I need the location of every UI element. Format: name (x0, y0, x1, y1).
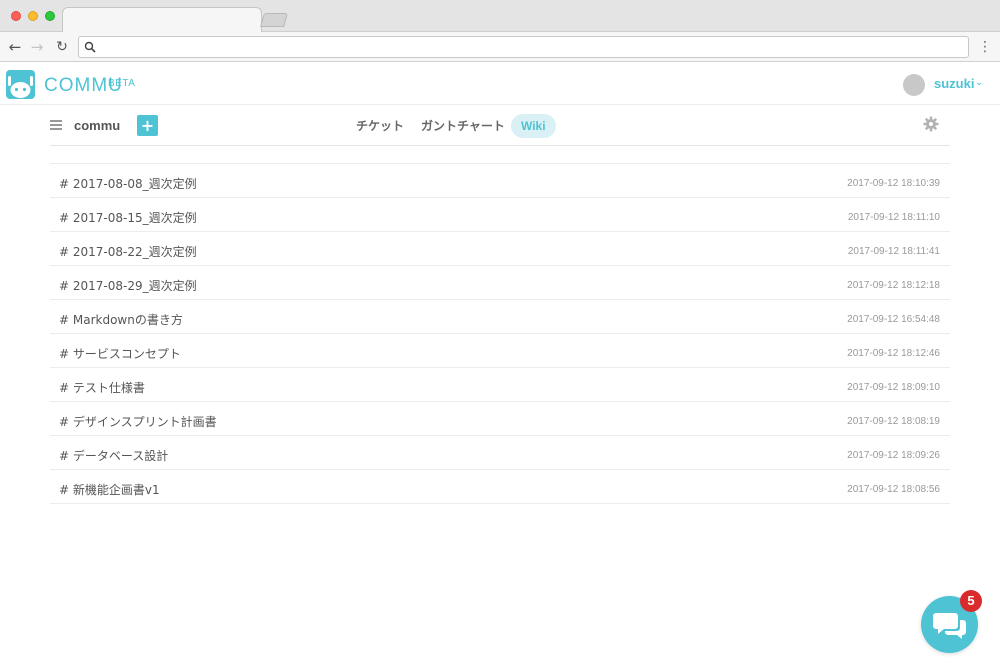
tab-wiki[interactable]: Wiki (511, 114, 556, 138)
wiki-page-title[interactable]: # テスト仕様書 (59, 379, 145, 396)
back-arrow-icon[interactable]: ← (6, 38, 24, 56)
reload-icon[interactable]: ↻ (53, 38, 71, 56)
wiki-page-title[interactable]: # Markdownの書き方 (59, 311, 183, 328)
list-item[interactable]: # サービスコンセプト 2017-09-12 18:12:46 (50, 334, 950, 368)
browser-menu-icon[interactable]: ⋮ (978, 39, 992, 55)
wiki-page-title[interactable]: # 新機能企画書v1 (59, 481, 160, 498)
browser-tab[interactable] (62, 7, 262, 33)
list-item[interactable]: # データベース設計 2017-09-12 18:09:26 (50, 436, 950, 470)
wiki-page-updated: 2017-09-12 18:09:10 (847, 382, 940, 393)
wiki-page-title[interactable]: # デザインスプリント計画書 (59, 413, 217, 430)
wiki-page-updated: 2017-09-12 18:10:39 (847, 178, 940, 189)
beta-badge: BETA (108, 78, 136, 89)
close-window-button[interactable] (11, 11, 21, 21)
commu-logo-icon[interactable] (6, 70, 35, 99)
search-icon (84, 41, 96, 53)
user-menu-name[interactable]: suzuki (934, 76, 974, 91)
wiki-page-updated: 2017-09-12 18:08:19 (847, 416, 940, 427)
unread-count-badge: 5 (960, 590, 982, 612)
forward-arrow-icon[interactable]: → (28, 38, 46, 56)
project-bar: commu + チケット ガントチャート Wiki (50, 106, 950, 146)
address-bar[interactable] (78, 36, 969, 58)
list-item[interactable]: # 新機能企画書v1 2017-09-12 18:08:56 (50, 470, 950, 504)
wiki-page-title[interactable]: # 2017-08-22_週次定例 (59, 243, 197, 260)
browser-toolbar: ← → ↻ ⋮ (0, 32, 1000, 62)
minimize-window-button[interactable] (28, 11, 38, 21)
app-header: COMMU BETA suzuki ⌄ (0, 63, 1000, 105)
list-item[interactable]: # 2017-08-15_週次定例 2017-09-12 18:11:10 (50, 198, 950, 232)
gear-icon[interactable] (923, 116, 939, 132)
list-item[interactable]: # テスト仕様書 2017-09-12 18:09:10 (50, 368, 950, 402)
list-item[interactable]: # Markdownの書き方 2017-09-12 16:54:48 (50, 300, 950, 334)
wiki-page-updated: 2017-09-12 18:12:18 (847, 280, 940, 291)
wiki-page-updated: 2017-09-12 16:54:48 (847, 314, 940, 325)
project-name[interactable]: commu (74, 118, 120, 133)
maximize-window-button[interactable] (45, 11, 55, 21)
wiki-page-title[interactable]: # データベース設計 (59, 447, 168, 464)
list-item[interactable]: # 2017-08-29_週次定例 2017-09-12 18:12:18 (50, 266, 950, 300)
wiki-page-title[interactable]: # サービスコンセプト (59, 345, 181, 362)
hamburger-menu-icon[interactable] (50, 120, 62, 130)
wiki-page-title[interactable]: # 2017-08-08_週次定例 (59, 175, 197, 192)
list-item[interactable]: # 2017-08-08_週次定例 2017-09-12 18:10:39 (50, 164, 950, 198)
wiki-page-updated: 2017-09-12 18:12:46 (847, 348, 940, 359)
tab-gantt-chart[interactable]: ガントチャート (421, 114, 505, 138)
wiki-page-updated: 2017-09-12 18:11:41 (847, 246, 940, 257)
wiki-page-list: # 2017-08-08_週次定例 2017-09-12 18:10:39 # … (50, 163, 950, 504)
tab-tickets[interactable]: チケット (356, 114, 404, 138)
add-page-button[interactable]: + (137, 115, 158, 136)
chevron-down-icon[interactable]: ⌄ (975, 77, 983, 88)
list-item[interactable]: # デザインスプリント計画書 2017-09-12 18:08:19 (50, 402, 950, 436)
wiki-page-title[interactable]: # 2017-08-15_週次定例 (59, 209, 197, 226)
wiki-page-updated: 2017-09-12 18:11:10 (847, 212, 940, 223)
wiki-page-updated: 2017-09-12 18:08:56 (847, 484, 940, 495)
wiki-page-title[interactable]: # 2017-08-29_週次定例 (59, 277, 197, 294)
list-item[interactable]: # 2017-08-22_週次定例 2017-09-12 18:11:41 (50, 232, 950, 266)
avatar[interactable] (903, 74, 925, 96)
wiki-page-updated: 2017-09-12 18:09:26 (847, 450, 940, 461)
new-tab-button[interactable] (260, 13, 288, 27)
browser-tab-strip (0, 0, 1000, 33)
